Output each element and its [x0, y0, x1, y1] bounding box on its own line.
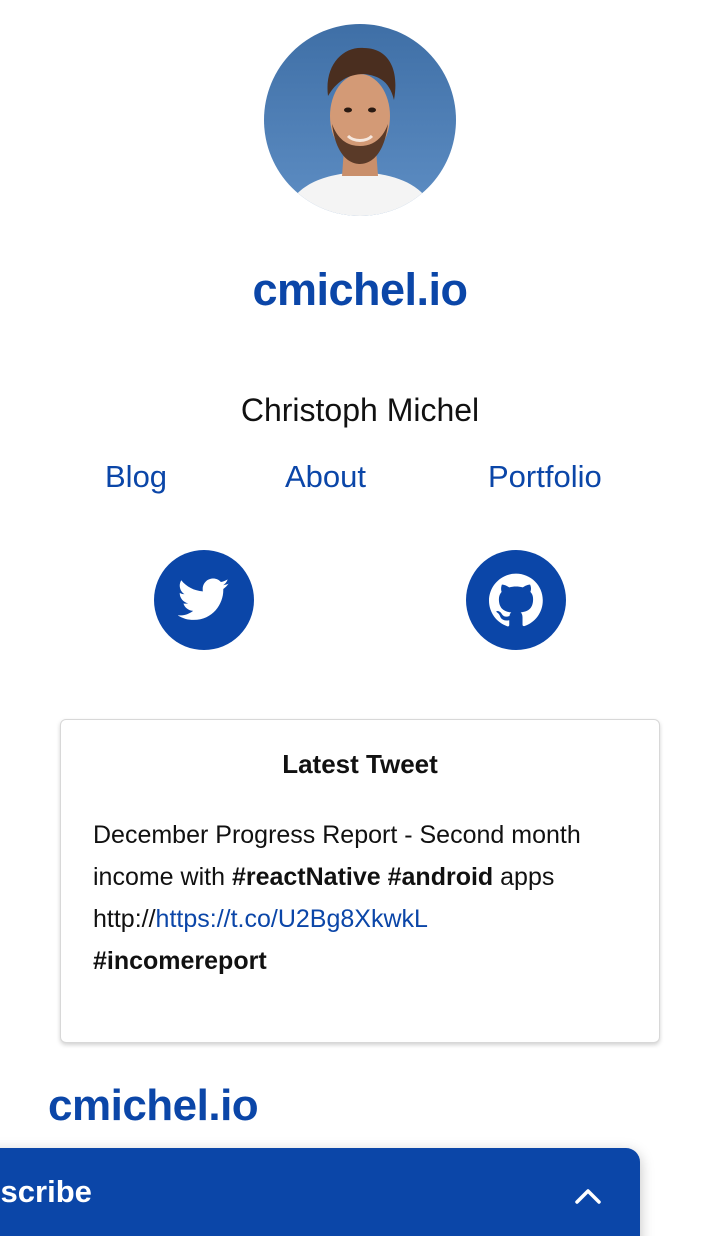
github-button[interactable]	[466, 550, 566, 650]
nav-link-blog[interactable]: Blog	[105, 455, 167, 499]
subscribe-bar[interactable]: Subscribe	[0, 1148, 640, 1236]
hashtag: #android	[387, 863, 494, 891]
subscribe-label: Subscribe	[0, 1174, 92, 1209]
chevron-up-icon	[575, 1189, 601, 1204]
avatar	[264, 24, 456, 216]
twitter-button[interactable]	[154, 550, 254, 650]
nav-link-portfolio[interactable]: Portfolio	[488, 455, 602, 499]
hashtag: #incomereport	[93, 947, 267, 975]
github-icon	[489, 573, 543, 627]
author-name: Christoph Michel	[240, 392, 480, 428]
nav-link-about[interactable]: About	[285, 455, 366, 499]
tweet-heading: Latest Tweet	[282, 749, 438, 779]
hashtag: #reactNative	[231, 863, 381, 891]
tweet-link[interactable]: https://t.co/U2Bg8XkwkL	[156, 905, 428, 933]
footer-site-title[interactable]: cmichel.io	[48, 1076, 259, 1136]
page: cmichel.io Christoph Michel Blog About P…	[0, 0, 720, 1236]
main-nav: Blog About Portfolio	[0, 455, 720, 499]
tweet-text: December Progress Report - Second month …	[93, 814, 633, 982]
avatar-photo	[264, 24, 456, 216]
subscribe-toggle-button[interactable]	[568, 1176, 608, 1216]
subscribe-label-wrapper: Subscribe	[0, 1148, 92, 1236]
latest-tweet-card: Latest Tweet December Progress Report - …	[60, 719, 660, 1043]
twitter-icon	[178, 578, 230, 620]
site-title[interactable]: cmichel.io	[0, 258, 720, 322]
